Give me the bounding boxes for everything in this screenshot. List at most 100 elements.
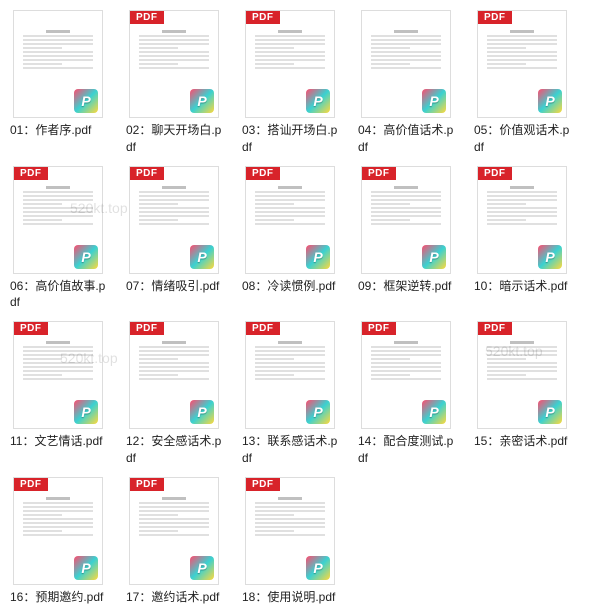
file-item[interactable]: P 01：作者序.pdf <box>10 10 106 156</box>
pdf-badge: PDF <box>246 322 280 335</box>
app-icon-letter: P <box>545 93 554 109</box>
pdf-badge: PDF <box>130 11 164 24</box>
file-thumbnail: PDF P <box>245 166 335 274</box>
app-icon-letter: P <box>197 249 206 265</box>
doc-preview <box>251 495 329 555</box>
file-thumbnail: PDF P <box>129 321 219 429</box>
app-icon-letter: P <box>313 560 322 576</box>
doc-preview <box>135 184 213 244</box>
file-thumbnail: PDF P <box>13 477 103 585</box>
file-thumbnail: PDF P <box>477 321 567 429</box>
file-item[interactable]: PDF P 06：高价值故事.pdf <box>10 166 106 312</box>
file-item[interactable]: PDFP10：暗示话术.pdf <box>474 166 570 312</box>
file-item[interactable]: PDFP02：聊天开场白.pdf <box>126 10 222 156</box>
pdf-app-icon: P <box>74 400 98 424</box>
file-grid: P01：作者序.pdfPDFP02：聊天开场白.pdfPDFP03：搭讪开场白.… <box>10 10 590 606</box>
app-icon-letter: P <box>545 249 554 265</box>
file-thumbnail: PDF P <box>245 477 335 585</box>
pdf-badge: PDF <box>246 167 280 180</box>
doc-preview <box>135 28 213 88</box>
file-name-label: 16：预期邀约.pdf <box>10 589 106 606</box>
file-item[interactable]: PDFP17：邀约话术.pdf <box>126 477 222 606</box>
doc-preview <box>483 339 561 399</box>
pdf-app-icon: P <box>74 89 98 113</box>
file-name-label: 05：价值观话术.pdf <box>474 122 570 156</box>
pdf-app-icon: P <box>422 400 446 424</box>
pdf-app-icon: P <box>306 400 330 424</box>
file-name-label: 12：安全感话术.pdf <box>126 433 222 467</box>
file-name-label: 01：作者序.pdf <box>10 122 106 139</box>
pdf-badge: PDF <box>14 167 48 180</box>
file-thumbnail: PDF P <box>245 10 335 118</box>
file-name-label: 09：框架逆转.pdf <box>358 278 454 295</box>
file-item[interactable]: PDF P 03：搭讪开场白.pdf <box>242 10 338 156</box>
pdf-badge: PDF <box>14 322 48 335</box>
doc-preview <box>367 339 445 399</box>
pdf-app-icon: P <box>306 89 330 113</box>
file-item[interactable]: PDF P 11：文艺情话.pdf <box>10 321 106 467</box>
file-item[interactable]: PDF P 18：使用说明.pdf <box>242 477 338 606</box>
app-icon-letter: P <box>313 404 322 420</box>
pdf-app-icon: P <box>422 245 446 269</box>
file-thumbnail: P <box>13 10 103 118</box>
doc-preview <box>19 495 97 555</box>
app-icon-letter: P <box>81 404 90 420</box>
doc-preview <box>367 28 445 88</box>
pdf-app-icon: P <box>190 400 214 424</box>
pdf-badge: PDF <box>246 478 280 491</box>
pdf-badge: PDF <box>362 322 396 335</box>
doc-preview <box>19 339 97 399</box>
file-name-label: 17：邀约话术.pdf <box>126 589 222 606</box>
file-thumbnail: PDF P <box>13 166 103 274</box>
file-name-label: 13：联系感话术.pdf <box>242 433 338 467</box>
file-name-label: 11：文艺情话.pdf <box>10 433 106 450</box>
doc-preview <box>367 184 445 244</box>
file-name-label: 18：使用说明.pdf <box>242 589 338 606</box>
app-icon-letter: P <box>81 249 90 265</box>
pdf-badge: PDF <box>478 11 512 24</box>
app-icon-letter: P <box>81 93 90 109</box>
app-icon-letter: P <box>197 404 206 420</box>
doc-preview <box>251 184 329 244</box>
file-item[interactable]: PDF P 08：冷读惯例.pdf <box>242 166 338 312</box>
app-icon-letter: P <box>313 249 322 265</box>
file-item[interactable]: PDF P 12：安全感话术.pdf <box>126 321 222 467</box>
pdf-badge: PDF <box>130 167 164 180</box>
pdf-badge: PDF <box>478 322 512 335</box>
app-icon-letter: P <box>545 404 554 420</box>
pdf-app-icon: P <box>538 245 562 269</box>
app-icon-letter: P <box>429 404 438 420</box>
pdf-app-icon: P <box>74 556 98 580</box>
file-name-label: 08：冷读惯例.pdf <box>242 278 338 295</box>
app-icon-letter: P <box>197 560 206 576</box>
file-item[interactable]: PDFP09：框架逆转.pdf <box>358 166 454 312</box>
doc-preview <box>251 28 329 88</box>
pdf-app-icon: P <box>190 556 214 580</box>
file-item[interactable]: PDF P 14：配合度测试.pdf <box>358 321 454 467</box>
file-name-label: 06：高价值故事.pdf <box>10 278 106 312</box>
app-icon-letter: P <box>197 93 206 109</box>
file-item[interactable]: P04：高价值话术.pdf <box>358 10 454 156</box>
pdf-app-icon: P <box>190 245 214 269</box>
file-thumbnail: PDF P <box>13 321 103 429</box>
pdf-app-icon: P <box>74 245 98 269</box>
pdf-app-icon: P <box>538 400 562 424</box>
pdf-app-icon: P <box>306 556 330 580</box>
file-name-label: 10：暗示话术.pdf <box>474 278 570 295</box>
file-name-label: 14：配合度测试.pdf <box>358 433 454 467</box>
file-item[interactable]: PDF P 13：联系感话术.pdf <box>242 321 338 467</box>
pdf-app-icon: P <box>538 89 562 113</box>
pdf-badge: PDF <box>246 11 280 24</box>
file-item[interactable]: PDF P 05：价值观话术.pdf <box>474 10 570 156</box>
file-item[interactable]: PDFP15：亲密话术.pdf <box>474 321 570 467</box>
file-item[interactable]: PDF P 16：预期邀约.pdf <box>10 477 106 606</box>
file-thumbnail: PDF P <box>129 166 219 274</box>
pdf-badge: PDF <box>130 322 164 335</box>
file-name-label: 03：搭讪开场白.pdf <box>242 122 338 156</box>
app-icon-letter: P <box>313 93 322 109</box>
pdf-badge: PDF <box>14 478 48 491</box>
file-thumbnail: PDF P <box>245 321 335 429</box>
doc-preview <box>483 28 561 88</box>
file-thumbnail: PDF P <box>361 321 451 429</box>
file-item[interactable]: PDFP07：情绪吸引.pdf <box>126 166 222 312</box>
